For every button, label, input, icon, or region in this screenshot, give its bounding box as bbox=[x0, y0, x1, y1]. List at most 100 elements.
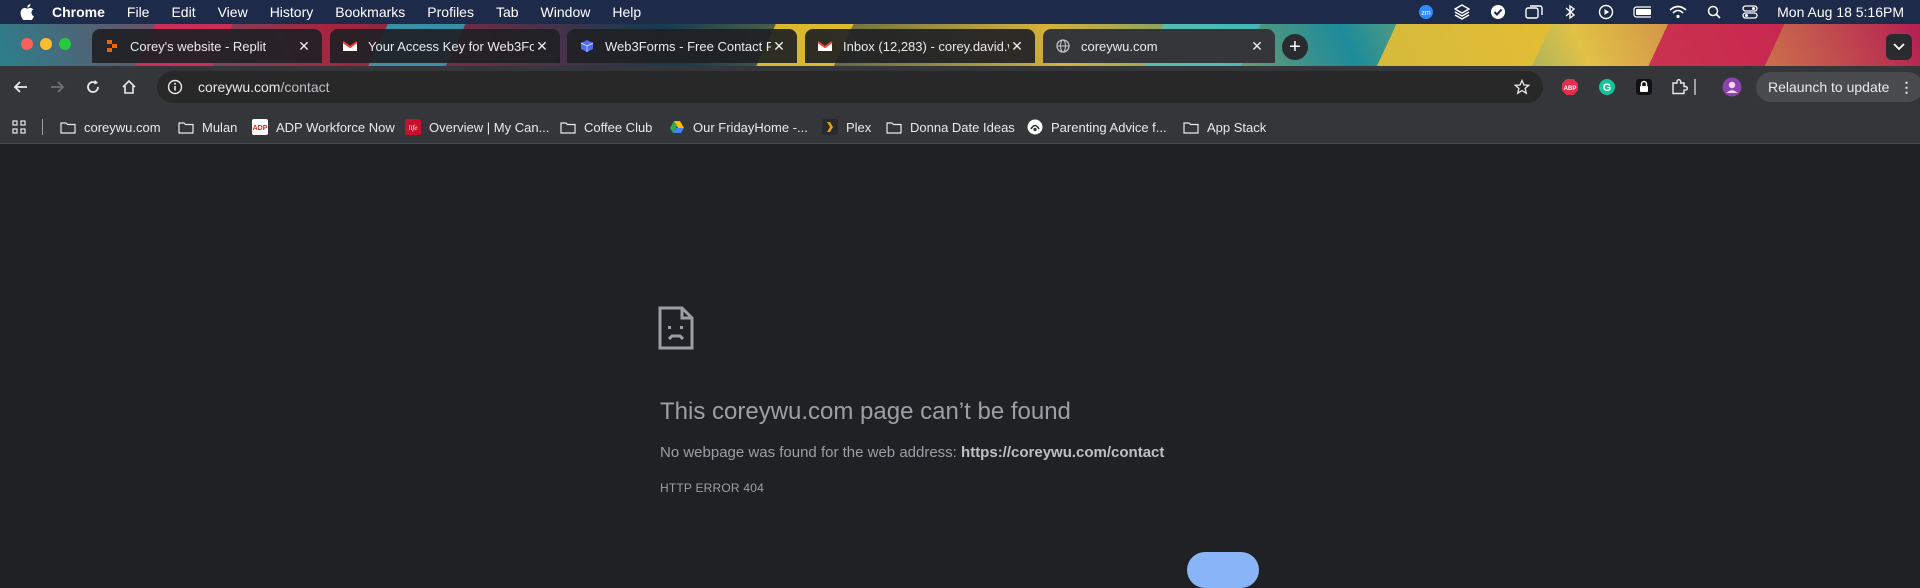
tab-replit[interactable]: Corey's website - Replit ✕ bbox=[92, 29, 322, 63]
site-info-icon[interactable] bbox=[166, 78, 184, 96]
apple-logo-icon[interactable] bbox=[18, 3, 36, 21]
page-content: This coreywu.com page can’t be found No … bbox=[0, 145, 1920, 588]
bookmark-label: Our FridayHome -... bbox=[693, 119, 808, 135]
grammarly-icon[interactable]: G bbox=[1597, 77, 1617, 97]
layers-icon[interactable] bbox=[1453, 4, 1471, 20]
replit-icon bbox=[104, 38, 120, 54]
bookmark-app-stack[interactable]: App Stack bbox=[1183, 117, 1266, 137]
svg-text:zm: zm bbox=[1421, 10, 1431, 17]
bookmarks-divider bbox=[42, 119, 43, 135]
bookmark-star-icon[interactable] bbox=[1513, 78, 1531, 96]
menu-bookmarks[interactable]: Bookmarks bbox=[335, 4, 405, 20]
error-code: HTTP ERROR 404 bbox=[660, 481, 764, 495]
address-url[interactable]: coreywu.com/contact bbox=[198, 79, 330, 95]
sad-page-icon bbox=[658, 306, 694, 350]
bookmark-label: Coffee Club bbox=[584, 119, 653, 135]
bookmark-plex[interactable]: Plex bbox=[822, 117, 871, 137]
bookmark-overview[interactable]: life Overview | My Can... bbox=[405, 117, 549, 137]
svg-text:life: life bbox=[409, 124, 418, 132]
svg-text:ABP: ABP bbox=[1564, 86, 1577, 92]
close-tab-icon[interactable]: ✕ bbox=[1009, 38, 1025, 54]
close-tab-icon[interactable]: ✕ bbox=[771, 38, 787, 54]
control-center-icon[interactable] bbox=[1741, 4, 1759, 20]
tab-title: Web3Forms - Free Contact Form bbox=[605, 38, 771, 54]
tab-gmail-inbox[interactable]: Inbox (12,283) - corey.david.wu ✕ bbox=[805, 29, 1035, 63]
bookmark-label: ADP Workforce Now bbox=[276, 119, 395, 135]
bookmark-label: coreywu.com bbox=[84, 119, 161, 135]
folder-icon bbox=[178, 119, 194, 135]
macos-menu-bar: Chrome File Edit View History Bookmarks … bbox=[0, 0, 1920, 24]
back-arrow-icon[interactable] bbox=[8, 74, 34, 100]
spotlight-search-icon[interactable] bbox=[1705, 4, 1723, 20]
tab-coreywu-active[interactable]: coreywu.com ✕ bbox=[1043, 29, 1275, 63]
wifi-icon[interactable] bbox=[1669, 4, 1687, 20]
battery-icon bbox=[1633, 4, 1652, 20]
tab-web3forms[interactable]: Web3Forms - Free Contact Form ✕ bbox=[567, 29, 797, 63]
web3forms-icon bbox=[579, 38, 595, 54]
error-url: https://coreywu.com/contact bbox=[961, 444, 1165, 461]
adblock-plus-icon[interactable]: ABP bbox=[1560, 77, 1580, 97]
gmail-icon bbox=[817, 38, 833, 54]
bookmark-label: Mulan bbox=[202, 119, 238, 135]
address-bar[interactable]: coreywu.com/contact bbox=[157, 71, 1543, 103]
menu-history[interactable]: History bbox=[270, 4, 314, 20]
lifeline-icon: life bbox=[405, 119, 421, 135]
menu-profiles[interactable]: Profiles bbox=[427, 4, 474, 20]
zoom-icon[interactable]: zm bbox=[1417, 4, 1435, 20]
tab-web3forms-key[interactable]: Your Access Key for Web3Forms ✕ bbox=[330, 29, 560, 63]
menu-tab[interactable]: Tab bbox=[496, 4, 519, 20]
forward-arrow-icon[interactable] bbox=[44, 74, 70, 100]
play-circle-icon[interactable] bbox=[1597, 4, 1615, 20]
error-title: This coreywu.com page can’t be found bbox=[660, 398, 1071, 425]
windows-icon[interactable] bbox=[1525, 4, 1543, 20]
menu-view[interactable]: View bbox=[218, 4, 248, 20]
folder-icon bbox=[886, 119, 902, 135]
svg-text:ADP: ADP bbox=[253, 125, 268, 132]
tab-title: Your Access Key for Web3Forms bbox=[368, 38, 534, 54]
window-minimize-button[interactable] bbox=[40, 38, 52, 50]
window-close-button[interactable] bbox=[21, 38, 33, 50]
check-circle-icon[interactable] bbox=[1489, 4, 1507, 20]
bookmark-mulan[interactable]: Mulan bbox=[178, 117, 237, 137]
menu-bar-clock[interactable]: Mon Aug 18 5:16PM bbox=[1777, 4, 1904, 20]
bookmark-fridayhome[interactable]: Our FridayHome -... bbox=[669, 117, 808, 137]
toolbar-divider bbox=[1694, 79, 1696, 95]
bookmark-coffee-club[interactable]: Coffee Club bbox=[560, 117, 652, 137]
puzzle-extensions-icon[interactable] bbox=[1669, 77, 1689, 97]
bookmark-adp[interactable]: ADP ADP Workforce Now bbox=[252, 117, 395, 137]
window-zoom-button[interactable] bbox=[59, 38, 71, 50]
home-icon[interactable] bbox=[116, 74, 142, 100]
tab-search-chevron-icon[interactable] bbox=[1886, 34, 1912, 60]
parenting-icon bbox=[1027, 119, 1043, 135]
bookmark-label: Donna Date Ideas bbox=[910, 119, 1015, 135]
menu-window[interactable]: Window bbox=[541, 4, 591, 20]
folder-icon bbox=[560, 119, 576, 135]
plex-icon bbox=[822, 119, 838, 135]
relaunch-label: Relaunch to update bbox=[1768, 79, 1890, 95]
bookmark-label: Parenting Advice f... bbox=[1051, 119, 1167, 135]
tab-strip: Corey's website - Replit ✕ Your Access K… bbox=[0, 24, 1920, 66]
close-tab-icon[interactable]: ✕ bbox=[296, 38, 312, 54]
close-tab-icon[interactable]: ✕ bbox=[534, 38, 550, 54]
new-tab-button[interactable]: + bbox=[1282, 34, 1308, 60]
bookmark-coreywu[interactable]: coreywu.com bbox=[60, 117, 161, 137]
close-tab-icon[interactable]: ✕ bbox=[1249, 38, 1265, 54]
folder-icon bbox=[1183, 119, 1199, 135]
menu-help[interactable]: Help bbox=[612, 4, 641, 20]
bluetooth-icon[interactable] bbox=[1561, 4, 1579, 20]
reload-icon[interactable] bbox=[80, 74, 106, 100]
reload-button[interactable] bbox=[1187, 552, 1259, 588]
browser-toolbar: coreywu.com/contact ABP G Relaunch to up… bbox=[0, 66, 1920, 108]
bookmark-parenting-advice[interactable]: Parenting Advice f... bbox=[1027, 117, 1167, 137]
bookmark-donna-date-ideas[interactable]: Donna Date Ideas bbox=[886, 117, 1015, 137]
menu-app-chrome[interactable]: Chrome bbox=[52, 4, 105, 20]
relaunch-to-update-button[interactable]: Relaunch to update ⋮ bbox=[1756, 72, 1920, 102]
lock-extension-icon[interactable] bbox=[1634, 77, 1654, 97]
tab-title: Corey's website - Replit bbox=[130, 38, 267, 54]
apps-grid-icon[interactable] bbox=[12, 117, 26, 137]
profile-avatar-icon[interactable] bbox=[1722, 77, 1742, 97]
url-host: coreywu.com bbox=[198, 79, 281, 95]
menu-edit[interactable]: Edit bbox=[171, 4, 195, 20]
kebab-menu-icon[interactable]: ⋮ bbox=[1899, 79, 1913, 96]
menu-file[interactable]: File bbox=[127, 4, 150, 20]
